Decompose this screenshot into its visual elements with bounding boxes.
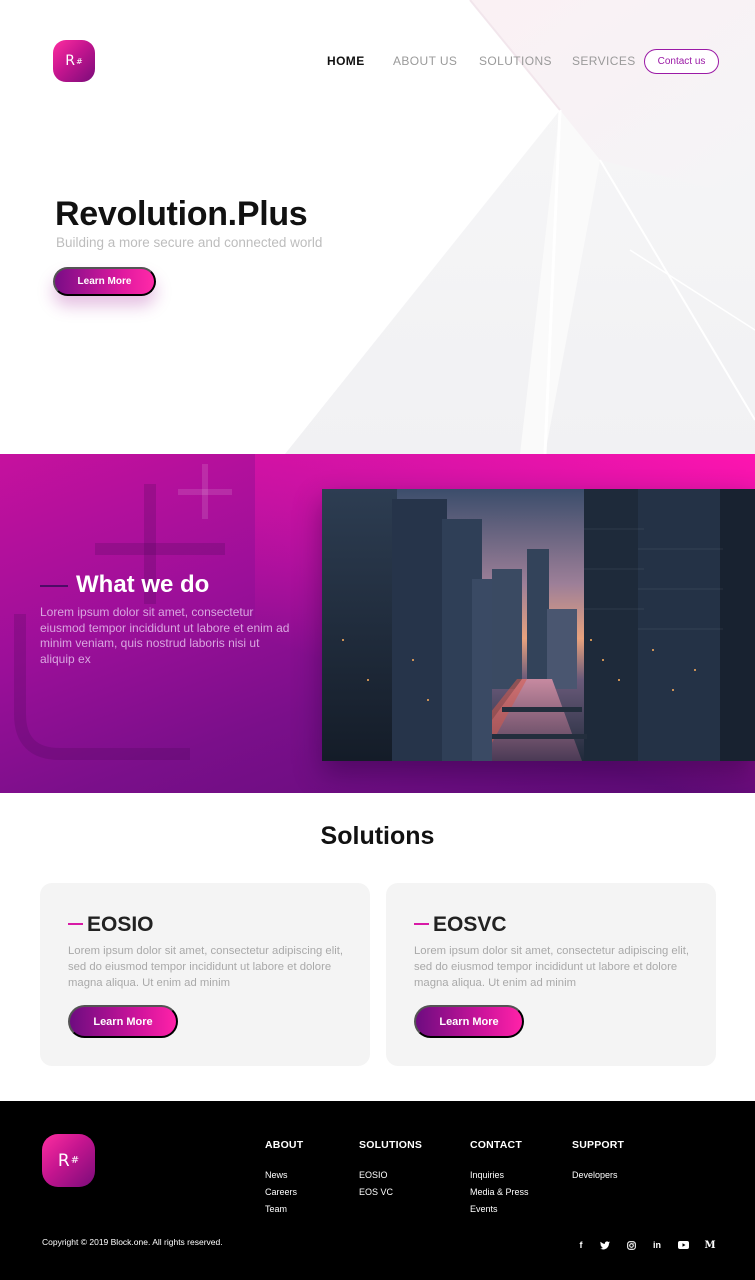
footer-link-eos-vc[interactable]: EOS VC	[359, 1187, 422, 1197]
hero-section: R # HOME ABOUT US SOLUTIONS SERVICES Cont…	[0, 0, 755, 454]
instagram-icon[interactable]	[624, 1238, 638, 1252]
card-title: EOSVC	[433, 913, 507, 936]
youtube-icon[interactable]	[676, 1238, 690, 1252]
footer-link-media-press[interactable]: Media & Press	[470, 1187, 529, 1197]
city-skyline-image	[322, 489, 755, 761]
hero-title-main: Revolution.	[55, 195, 237, 233]
card-text: Lorem ipsum dolor sit amet, consectetur …	[68, 945, 344, 989]
site-footer: R # ABOUT News Careers Team SOLUTIONS EOS…	[0, 1101, 755, 1280]
footer-link-inquiries[interactable]: Inquiries	[470, 1170, 529, 1180]
what-we-do-dash	[40, 585, 68, 587]
footer-link-eosio[interactable]: EOSIO	[359, 1170, 422, 1180]
hero-title-bold: Plus	[236, 195, 308, 233]
eosio-learn-more-button[interactable]: Learn More	[68, 1005, 178, 1038]
nav-services[interactable]: SERVICES	[572, 54, 636, 68]
footer-column-about: ABOUT News Careers Team	[265, 1139, 303, 1214]
logo-superscript: #	[70, 1155, 80, 1166]
twitter-icon[interactable]	[598, 1238, 612, 1252]
nav-solutions[interactable]: SOLUTIONS	[479, 54, 552, 68]
footer-heading: CONTACT	[470, 1139, 522, 1151]
contact-us-button[interactable]: Contact us	[644, 49, 719, 74]
linkedin-icon[interactable]: in	[650, 1238, 664, 1252]
hero-title: Revolution.Plus	[55, 195, 308, 234]
footer-link-careers[interactable]: Careers	[265, 1187, 303, 1197]
hero-learn-more-button[interactable]: Learn More	[53, 267, 156, 296]
footer-column-solutions: SOLUTIONS EOSIO EOS VC	[359, 1139, 422, 1197]
facebook-icon[interactable]: f	[574, 1238, 588, 1252]
card-dash	[414, 923, 429, 925]
solutions-title: Solutions	[320, 822, 435, 850]
footer-link-developers[interactable]: Developers	[572, 1170, 624, 1180]
footer-column-support: SUPPORT Developers	[572, 1139, 624, 1180]
footer-heading: SUPPORT	[572, 1139, 625, 1151]
main-nav: HOME ABOUT US SOLUTIONS SERVICES	[0, 54, 755, 70]
what-we-do-title: What we do	[76, 571, 210, 598]
footer-link-events[interactable]: Events	[470, 1204, 529, 1214]
what-we-do-text: Lorem ipsum dolor sit amet, consectetur …	[40, 605, 290, 666]
card-dash	[68, 923, 83, 925]
card-title: EOSIO	[87, 913, 154, 936]
footer-link-team[interactable]: Team	[265, 1204, 303, 1214]
solution-card-eosio: EOSIO Lorem ipsum dolor sit amet, consec…	[40, 883, 370, 1066]
footer-logo[interactable]: R #	[42, 1134, 95, 1187]
card-text: Lorem ipsum dolor sit amet, consectetur …	[414, 945, 690, 989]
eosvc-learn-more-button[interactable]: Learn More	[414, 1005, 524, 1038]
medium-icon[interactable]: M	[703, 1238, 717, 1252]
hero-subtitle: Building a more secure and connected wor…	[56, 235, 323, 250]
nav-home[interactable]: HOME	[327, 54, 365, 68]
footer-column-contact: CONTACT Inquiries Media & Press Events	[470, 1139, 529, 1214]
footer-heading: ABOUT	[265, 1139, 304, 1151]
logo-letter: R	[57, 1150, 70, 1171]
nav-about-us[interactable]: ABOUT US	[393, 54, 457, 68]
footer-link-news[interactable]: News	[265, 1170, 303, 1180]
social-links: f in M	[0, 1238, 755, 1252]
solution-card-eosvc: EOSVC Lorem ipsum dolor sit amet, consec…	[386, 883, 716, 1066]
footer-heading: SOLUTIONS	[359, 1139, 423, 1151]
